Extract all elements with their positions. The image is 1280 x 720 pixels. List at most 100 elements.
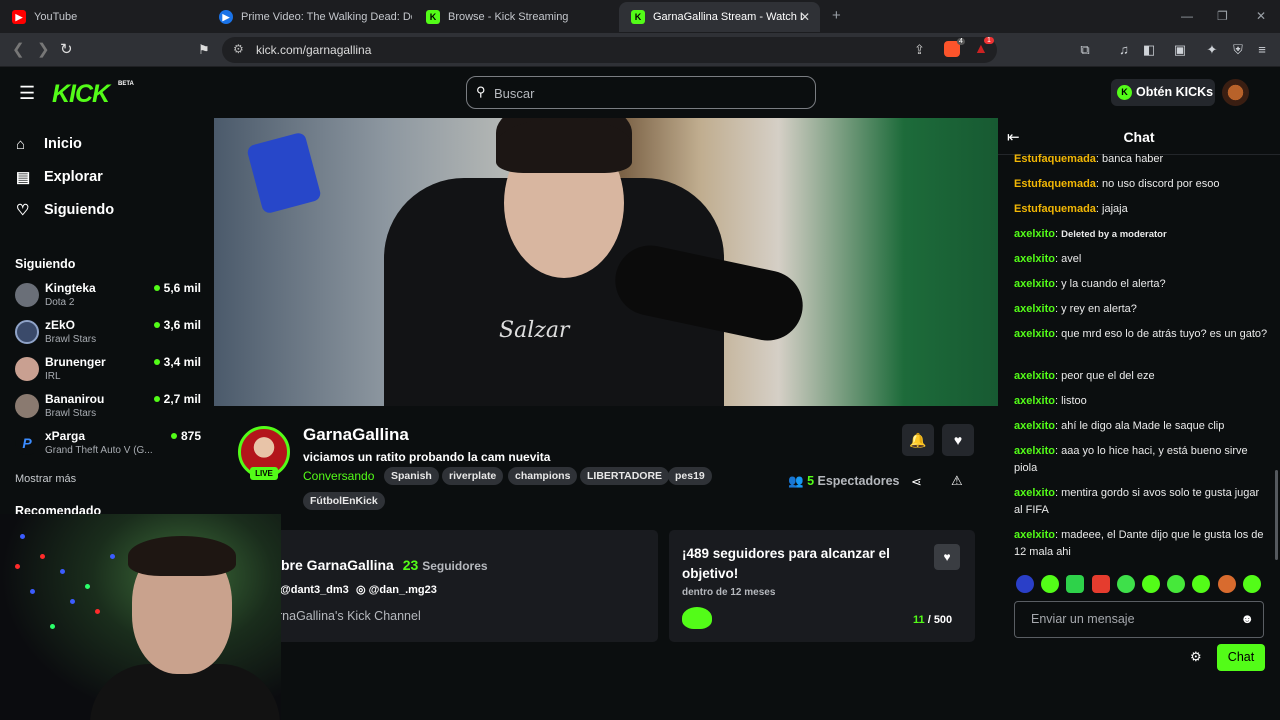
following-channel-brunenger[interactable]: Brunenger IRL 3,4 mil xyxy=(15,353,201,385)
chat-username[interactable]: Estufaquemada xyxy=(1014,153,1096,165)
emote-icon[interactable] xyxy=(1142,575,1160,593)
chat-username[interactable]: axelxito xyxy=(1014,420,1055,432)
emote-icon[interactable] xyxy=(1218,575,1236,593)
live-dot-icon xyxy=(153,322,160,328)
chat-text: no uso discord por esoo xyxy=(1102,178,1220,190)
tag-chip[interactable]: champions xyxy=(508,467,578,485)
share-icon[interactable]: ⋖ xyxy=(911,474,922,490)
social-twitter[interactable]: @dant3_dm3 xyxy=(280,584,349,596)
chat-settings-gear-icon[interactable]: ⚙ xyxy=(1190,649,1202,665)
tab-youtube[interactable]: ▶ YouTube xyxy=(0,2,205,32)
stream-category-link[interactable]: Conversando xyxy=(303,469,374,483)
channel-name[interactable]: GarnaGallina xyxy=(303,425,409,445)
tag-chip[interactable]: Spanish xyxy=(384,467,439,485)
tab-garnagallina[interactable]: K GarnaGallina Stream - Watch Liv ✕ xyxy=(619,2,820,32)
share-icon[interactable]: ⇪ xyxy=(914,42,925,58)
tag-chip[interactable]: riverplate xyxy=(442,467,504,485)
music-icon[interactable]: ♫ xyxy=(1116,42,1132,58)
emote-icon[interactable] xyxy=(1066,575,1084,593)
channel-game: Brawl Stars xyxy=(45,334,97,345)
reload-icon[interactable]: ↻ xyxy=(60,40,73,58)
emote-icon[interactable] xyxy=(1041,575,1059,593)
tab-kick-browse[interactable]: K Browse - Kick Streaming xyxy=(414,2,619,32)
tag-chip[interactable]: LIBERTADORE xyxy=(580,467,670,485)
emote-icon[interactable] xyxy=(1167,575,1185,593)
maximize-icon[interactable]: ❐ xyxy=(1217,9,1228,23)
chat-message: axelxito: avel xyxy=(1014,253,1082,265)
emoji-picker-icon[interactable]: ☻ xyxy=(1240,611,1254,626)
address-bar[interactable]: ⚙ kick.com/garnagallina ⇪ 4 ▲ 1 xyxy=(222,37,997,63)
tag-chip[interactable]: pes19 xyxy=(668,467,712,485)
bookmark-icon[interactable]: ⚑ xyxy=(198,42,210,58)
vpn-icon[interactable]: ⛨ xyxy=(1230,42,1246,58)
following-channel-zeko[interactable]: zEkO Brawl Stars 3,6 mil xyxy=(15,316,201,348)
nav-inicio[interactable]: ⌂ Inicio xyxy=(16,133,82,155)
goal-progress: 11 / 500 xyxy=(913,614,952,626)
chat-username[interactable]: axelxito xyxy=(1014,253,1055,265)
emote-icon[interactable] xyxy=(1117,575,1135,593)
following-heading: Siguiendo xyxy=(15,257,76,271)
window-close-icon[interactable]: ✕ xyxy=(1256,9,1266,23)
chat-send-button[interactable]: Chat xyxy=(1217,644,1265,671)
follow-button[interactable]: ♥ xyxy=(942,424,974,456)
blue-bag xyxy=(245,131,323,215)
menu-icon[interactable]: ≡ xyxy=(1254,42,1270,58)
emote-icon[interactable] xyxy=(1092,575,1110,593)
chat-input[interactable]: Enviar un mensaje ☻ xyxy=(1014,601,1264,638)
chat-username[interactable]: axelxito xyxy=(1014,278,1055,290)
tag-chip[interactable]: FútbolEnKick xyxy=(303,492,385,510)
browser-tab-bar: ▶ YouTube ▶ Prime Video: The Walking Dea… xyxy=(0,0,1280,33)
leo-ai-icon[interactable]: ✦ xyxy=(1204,42,1220,58)
chat-scrollbar[interactable] xyxy=(1275,470,1278,560)
christmas-light xyxy=(15,564,20,569)
back-icon[interactable]: ❮ xyxy=(12,40,25,58)
chat-message: axelxito: peor que el del eze xyxy=(1014,370,1155,382)
hamburger-menu-icon[interactable]: ☰ xyxy=(19,83,35,104)
chat-username[interactable]: axelxito xyxy=(1014,228,1055,240)
following-channel-kingteka[interactable]: Kingteka Dota 2 5,6 mil xyxy=(15,279,201,311)
chat-username[interactable]: axelxito xyxy=(1014,328,1055,340)
chat-username[interactable]: axelxito xyxy=(1014,395,1055,407)
get-kicks-button[interactable]: K Obtén KICKs xyxy=(1111,79,1215,106)
social-instagram[interactable]: ◎ @dan_.mg23 xyxy=(356,583,437,596)
forward-icon[interactable]: ❯ xyxy=(37,40,50,58)
prime-video-icon: ▶ xyxy=(219,10,233,24)
show-more-link[interactable]: Mostrar más xyxy=(15,473,76,485)
notification-bell-button[interactable]: 🔔 xyxy=(902,424,934,456)
following-channel-xparga[interactable]: P xParga Grand Theft Auto V (G... 875 xyxy=(15,427,201,459)
following-channel-bananirou[interactable]: Bananirou Brawl Stars 2,7 mil xyxy=(15,390,201,422)
chat-username[interactable]: axelxito xyxy=(1014,487,1055,499)
site-info-icon[interactable]: ⚙ xyxy=(233,42,244,56)
followers-label: Seguidores xyxy=(422,559,488,573)
chat-username[interactable]: Estufaquemada xyxy=(1014,178,1096,190)
chat-username[interactable]: Estufaquemada xyxy=(1014,203,1096,215)
report-icon[interactable]: ⚠ xyxy=(951,473,963,489)
christmas-light xyxy=(110,554,115,559)
chat-username[interactable]: axelxito xyxy=(1014,303,1055,315)
chat-username[interactable]: axelxito xyxy=(1014,370,1055,382)
search-input[interactable]: ⚲ Buscar xyxy=(466,76,816,109)
emote-icon[interactable] xyxy=(1016,575,1034,593)
viewer-count: 3,6 mil xyxy=(153,318,201,332)
chat-text: ahí le digo ala Made le saque clip xyxy=(1061,420,1225,432)
kick-icon: K xyxy=(426,10,440,24)
nav-siguiendo[interactable]: ♡ Siguiendo xyxy=(16,199,114,221)
goal-heart-button[interactable]: ♥ xyxy=(934,544,960,570)
minimize-icon[interactable]: — xyxy=(1181,9,1193,23)
user-avatar[interactable] xyxy=(1222,79,1249,106)
christmas-light xyxy=(30,589,35,594)
close-tab-icon[interactable]: ✕ xyxy=(800,10,810,24)
chat-username[interactable]: axelxito xyxy=(1014,529,1055,541)
tab-prime-video[interactable]: ▶ Prime Video: The Walking Dead: Dea xyxy=(207,2,412,32)
screenshot-icon[interactable]: ⧉ xyxy=(1077,42,1093,58)
kick-logo[interactable]: KICK BETA xyxy=(52,80,134,109)
emote-icon[interactable] xyxy=(1192,575,1210,593)
chat-username[interactable]: axelxito xyxy=(1014,445,1055,457)
nav-explorar[interactable]: ▤ Explorar xyxy=(16,166,103,188)
sidebar-icon[interactable]: ◧ xyxy=(1141,42,1157,58)
new-tab-icon[interactable]: + xyxy=(832,7,841,24)
emote-icon[interactable] xyxy=(1243,575,1261,593)
wallet-icon[interactable]: ▣ xyxy=(1172,42,1188,58)
video-player[interactable]: Salzar xyxy=(214,118,998,406)
chat-text: y la cuando el alerta? xyxy=(1061,278,1166,290)
